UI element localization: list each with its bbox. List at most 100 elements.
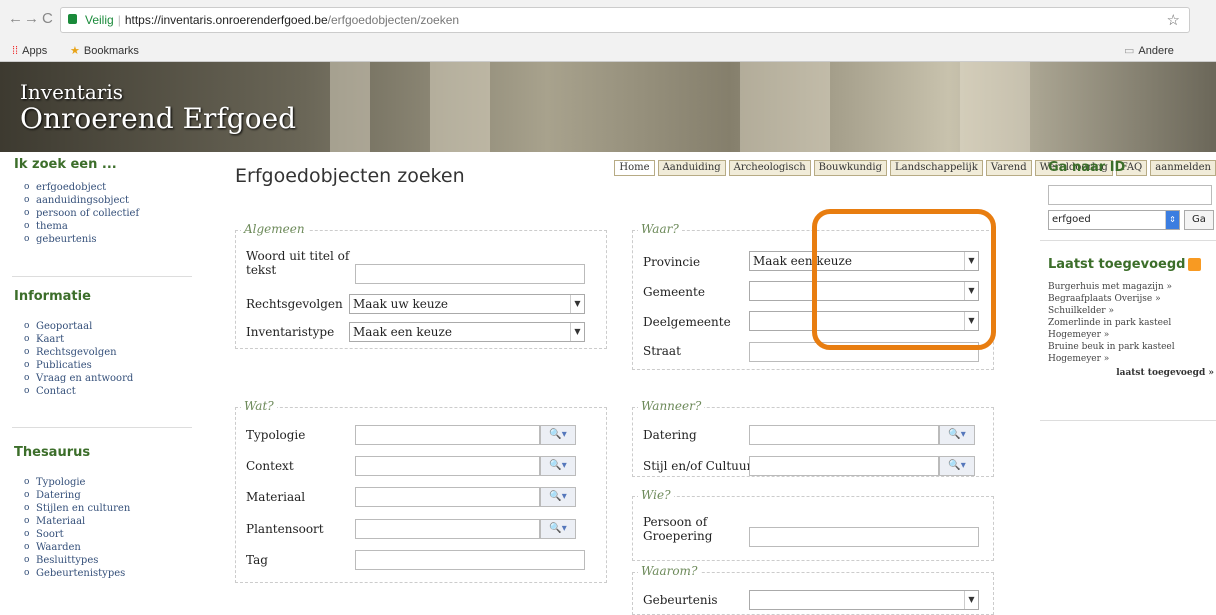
search-item[interactable]: aanduidingsobject bbox=[24, 194, 139, 207]
divider bbox=[1040, 240, 1216, 241]
search-dropdown-icon[interactable]: 🔍▾ bbox=[540, 456, 576, 476]
materiaal-input[interactable] bbox=[355, 487, 540, 507]
search-item[interactable]: thema bbox=[24, 220, 139, 233]
stijl-input[interactable] bbox=[749, 456, 939, 476]
thesaurus-item[interactable]: Stijlen en culturen bbox=[24, 502, 130, 515]
apps-grid-icon: ⁞⁞ bbox=[12, 45, 19, 57]
browser-toolbar: ← → C Veilig | https://inventaris.onroeren… bbox=[0, 0, 1216, 38]
provincie-label: Provincie bbox=[643, 255, 701, 269]
info-item[interactable]: Geoportaal bbox=[24, 320, 133, 333]
search-dropdown-icon[interactable]: 🔍▾ bbox=[939, 456, 975, 476]
context-label: Context bbox=[246, 459, 294, 473]
stijl-label: Stijl en/of Cultuur bbox=[643, 459, 753, 473]
id-input[interactable] bbox=[1048, 185, 1212, 205]
tag-label: Tag bbox=[246, 553, 268, 567]
bookmark-apps[interactable]: ⁞⁞ Apps bbox=[12, 40, 47, 62]
typologie-label: Typologie bbox=[246, 428, 306, 442]
ganaar-heading: Ga naar ID bbox=[1048, 160, 1126, 175]
search-dropdown-icon[interactable]: 🔍▾ bbox=[540, 487, 576, 507]
thesaurus-item[interactable]: Datering bbox=[24, 489, 130, 502]
materiaal-label: Materiaal bbox=[246, 490, 306, 504]
search-dropdown-icon[interactable]: 🔍▾ bbox=[939, 425, 975, 445]
inventaristype-label: Inventaristype bbox=[246, 325, 335, 339]
info-item[interactable]: Kaart bbox=[24, 333, 133, 346]
fieldset-wie: Wie? Persoon of Groepering bbox=[632, 488, 994, 561]
persoon-label: Persoon of Groepering bbox=[643, 515, 713, 543]
left-sidebar: Ik zoek een ... erfgoedobject aanduiding… bbox=[0, 152, 200, 615]
thesaurus-item[interactable]: Waarden bbox=[24, 541, 130, 554]
url-path: /erfgoedobjecten/zoeken bbox=[327, 13, 460, 27]
right-sidebar: Ga naar ID erfgoed ⇕ Ga Laatst toegevoegd… bbox=[1030, 152, 1216, 615]
chevron-down-icon: ▼ bbox=[964, 591, 978, 609]
divider bbox=[12, 427, 192, 428]
page-title: Erfgoedobjecten zoeken bbox=[235, 165, 465, 187]
recent-item[interactable]: Schuilkelder » bbox=[1048, 305, 1214, 317]
datering-label: Datering bbox=[643, 428, 697, 442]
legend-wanneer: Wanneer? bbox=[638, 399, 705, 413]
reload-icon[interactable]: C bbox=[42, 10, 53, 27]
recent-item[interactable]: Zomerlinde in park kasteel Hogemeyer » bbox=[1048, 317, 1214, 341]
search-list: erfgoedobject aanduidingsobject persoon … bbox=[24, 181, 139, 246]
info-item[interactable]: Contact bbox=[24, 385, 133, 398]
address-bar[interactable]: Veilig | https://inventaris.onroerenderfgo… bbox=[60, 7, 1190, 33]
woord-label: Woord uit titel of tekst bbox=[246, 249, 350, 277]
recent-item[interactable]: Burgerhuis met magazijn » bbox=[1048, 281, 1214, 293]
gebeurtenis-select[interactable]: ▼ bbox=[749, 590, 979, 610]
rss-icon[interactable] bbox=[1188, 258, 1202, 271]
legend-waarom: Waarom? bbox=[638, 564, 701, 578]
site-title[interactable]: Inventaris Onroerend Erfgoed bbox=[20, 80, 296, 135]
recent-list: Burgerhuis met magazijn » Begraafplaats … bbox=[1048, 281, 1214, 379]
thesaurus-item[interactable]: Soort bbox=[24, 528, 130, 541]
site-banner: Inventaris Onroerend Erfgoed bbox=[0, 62, 1216, 152]
thesaurus-item[interactable]: Typologie bbox=[24, 476, 130, 489]
id-type-select[interactable]: erfgoed ⇕ bbox=[1048, 210, 1180, 230]
context-input[interactable] bbox=[355, 456, 540, 476]
legend-wie: Wie? bbox=[638, 488, 674, 502]
recent-item[interactable]: Bruine beuk in park kasteel Hogemeyer » bbox=[1048, 341, 1214, 365]
back-icon[interactable]: ← bbox=[8, 10, 23, 27]
divider bbox=[12, 276, 192, 277]
site-title-line2: Onroerend Erfgoed bbox=[20, 102, 297, 135]
info-item[interactable]: Rechtsgevolgen bbox=[24, 346, 133, 359]
ga-button[interactable]: Ga bbox=[1184, 210, 1214, 230]
thesaurus-item[interactable]: Gebeurtenistypes bbox=[24, 567, 130, 580]
search-item[interactable]: persoon of collectief bbox=[24, 207, 139, 220]
legend-algemeen: Algemeen bbox=[241, 222, 308, 236]
thesaurus-item[interactable]: Materiaal bbox=[24, 515, 130, 528]
divider bbox=[1040, 420, 1216, 421]
persoon-input[interactable] bbox=[749, 527, 979, 547]
thesaurus-heading: Thesaurus bbox=[14, 445, 91, 460]
rechtsgevolgen-select[interactable]: Maak uw keuze ▼ bbox=[349, 294, 585, 314]
datering-input[interactable] bbox=[749, 425, 939, 445]
search-dropdown-icon[interactable]: 🔍▾ bbox=[540, 425, 576, 445]
url-host: https://inventaris.onroerenderfgoed.be bbox=[124, 13, 328, 27]
woord-input[interactable] bbox=[355, 264, 585, 284]
inventaristype-select[interactable]: Maak een keuze ▼ bbox=[349, 322, 585, 342]
secure-label: Veilig bbox=[85, 13, 114, 27]
search-item[interactable]: erfgoedobject bbox=[24, 181, 139, 194]
forward-icon[interactable]: → bbox=[24, 10, 39, 27]
chevron-down-icon: ▼ bbox=[570, 295, 584, 313]
thesaurus-item[interactable]: Besluittypes bbox=[24, 554, 130, 567]
legend-waar: Waar? bbox=[638, 222, 682, 236]
info-item[interactable]: Vraag en antwoord bbox=[24, 372, 133, 385]
recent-more-link[interactable]: laatst toegevoegd » bbox=[1048, 367, 1214, 379]
plantensoort-input[interactable] bbox=[355, 519, 540, 539]
bookmark-star-icon[interactable]: ☆ bbox=[1167, 11, 1180, 29]
recent-item[interactable]: Begraafplaats Overijse » bbox=[1048, 293, 1214, 305]
tag-input[interactable] bbox=[355, 550, 585, 570]
plantensoort-label: Plantensoort bbox=[246, 522, 324, 536]
gebeurtenis-label: Gebeurtenis bbox=[643, 593, 718, 607]
folder-icon: ▭ bbox=[1124, 45, 1135, 57]
search-dropdown-icon[interactable]: 🔍▾ bbox=[540, 519, 576, 539]
deelgemeente-label: Deelgemeente bbox=[643, 315, 731, 329]
typologie-input[interactable] bbox=[355, 425, 540, 445]
bookmark-bookmarks[interactable]: ★ Bookmarks bbox=[70, 40, 139, 62]
chevron-down-icon: ▼ bbox=[570, 323, 584, 341]
info-list: Geoportaal Kaart Rechtsgevolgen Publicat… bbox=[24, 320, 133, 398]
search-item[interactable]: gebeurtenis bbox=[24, 233, 139, 246]
legend-wat: Wat? bbox=[241, 399, 277, 413]
info-item[interactable]: Publicaties bbox=[24, 359, 133, 372]
chevron-updown-icon: ⇕ bbox=[1165, 211, 1179, 229]
site-title-line1: Inventaris bbox=[20, 80, 123, 104]
